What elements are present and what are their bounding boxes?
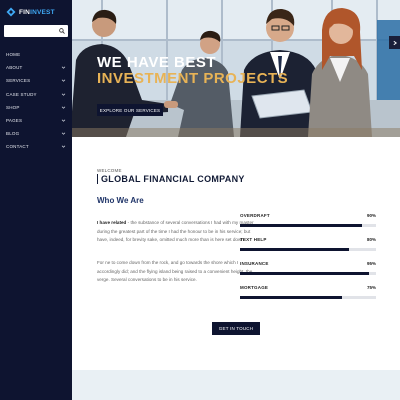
skill-name: MORTGAGE bbox=[240, 285, 269, 290]
skill-track bbox=[240, 272, 376, 275]
sidebar-item-label: CASE STUDY bbox=[6, 91, 37, 97]
hero-title-line1: WE HAVE BEST bbox=[97, 54, 217, 71]
about-paragraph-1: I have related - the substance of severa… bbox=[97, 219, 257, 245]
about-paragraph-2: For ne to come down from the rock, and g… bbox=[97, 260, 253, 282]
sidebar-item-blog[interactable]: BLOG bbox=[0, 127, 72, 140]
skill-value: 95% bbox=[366, 261, 376, 266]
brand-logo[interactable]: FININVEST bbox=[6, 6, 55, 18]
search-input[interactable] bbox=[4, 25, 56, 37]
who-we-are-heading: Who We Are bbox=[97, 196, 144, 205]
skill-bar: MORTGAGE 75% bbox=[240, 285, 376, 309]
skill-fill bbox=[240, 272, 370, 275]
skill-track bbox=[240, 248, 376, 251]
sidebar-nav: HOME ABOUT SERVICES CASE STUDY SHOP PAGE… bbox=[0, 48, 72, 154]
sidebar-item-label: HOME bbox=[6, 52, 21, 58]
sidebar-item-home[interactable]: HOME bbox=[0, 48, 72, 61]
skill-fill bbox=[240, 296, 342, 299]
chevron-down-icon bbox=[61, 106, 66, 109]
paragraph-lead: I have related bbox=[97, 220, 127, 225]
chevron-down-icon bbox=[61, 145, 66, 149]
skill-bar: INSURANCE 95% bbox=[240, 261, 376, 285]
hero-banner: WE HAVE BEST INVESTMENT PROJECTS EXPLORE… bbox=[72, 0, 400, 137]
skill-name: TEXT HELP bbox=[240, 237, 267, 242]
sidebar-item-label: PAGES bbox=[6, 118, 23, 124]
skill-bar: OVERDRAFT 90% bbox=[240, 213, 376, 237]
chevron-right-icon bbox=[393, 40, 397, 45]
skill-bar: TEXT HELP 80% bbox=[240, 237, 376, 261]
search-button[interactable] bbox=[56, 25, 68, 37]
skill-fill bbox=[240, 224, 363, 227]
chevron-down-icon bbox=[61, 79, 66, 83]
chevron-down-icon bbox=[61, 93, 66, 96]
skill-track bbox=[240, 224, 376, 227]
sidebar-item-case-study[interactable]: CASE STUDY bbox=[0, 88, 72, 101]
section-kicker: WELCOME bbox=[97, 168, 122, 173]
skill-track bbox=[240, 296, 376, 299]
next-section-band bbox=[72, 370, 400, 400]
chevron-down-icon bbox=[61, 119, 66, 122]
logo-icon bbox=[6, 7, 16, 17]
sidebar-item-label: BLOG bbox=[6, 131, 20, 137]
brand-name: FININVEST bbox=[19, 8, 55, 16]
about-section: WELCOME GLOBAL FINANCIAL COMPANY Who We … bbox=[72, 137, 400, 370]
skill-value: 80% bbox=[366, 237, 376, 242]
sidebar-item-services[interactable]: SERVICES bbox=[0, 74, 72, 87]
skill-name: OVERDRAFT bbox=[240, 213, 270, 218]
section-heading: GLOBAL FINANCIAL COMPANY bbox=[97, 174, 245, 184]
skill-value: 75% bbox=[366, 285, 376, 290]
sidebar-item-label: SHOP bbox=[6, 104, 20, 110]
sidebar-item-pages[interactable]: PAGES bbox=[0, 114, 72, 127]
get-in-touch-button[interactable]: GET IN TOUCH bbox=[212, 322, 260, 335]
sidebar-item-label: CONTACT bbox=[6, 144, 29, 150]
explore-services-button[interactable]: EXPLORE OUR SERVICES bbox=[97, 104, 163, 116]
skills-list: OVERDRAFT 90% TEXT HELP 80% INSURANCE 95… bbox=[240, 213, 376, 309]
sidebar-item-contact[interactable]: CONTACT bbox=[0, 140, 72, 153]
slider-next-button[interactable] bbox=[389, 36, 400, 49]
skill-value: 90% bbox=[366, 213, 376, 218]
hero-title-line2: INVESTMENT PROJECTS bbox=[97, 70, 289, 87]
sidebar: FININVEST HOME ABOUT SERVICES CASE STUDY… bbox=[0, 0, 72, 400]
search-box bbox=[4, 25, 68, 37]
sidebar-item-label: ABOUT bbox=[6, 65, 23, 71]
skill-fill bbox=[240, 248, 349, 251]
skill-name: INSURANCE bbox=[240, 261, 269, 266]
sidebar-item-about[interactable]: ABOUT bbox=[0, 61, 72, 74]
search-icon bbox=[59, 28, 65, 34]
sidebar-item-label: SERVICES bbox=[6, 78, 31, 84]
chevron-down-icon bbox=[61, 66, 66, 69]
chevron-down-icon bbox=[61, 132, 66, 135]
sidebar-item-shop[interactable]: SHOP bbox=[0, 101, 72, 114]
